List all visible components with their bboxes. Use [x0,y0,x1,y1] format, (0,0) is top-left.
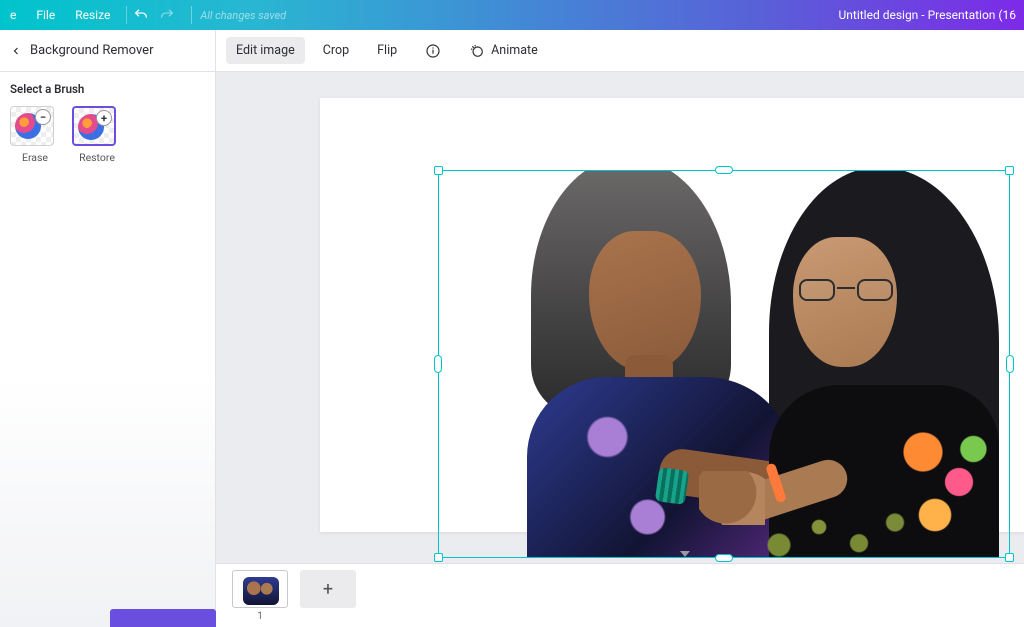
brush-restore[interactable]: + Restore [72,106,122,164]
brush-erase-thumb: − [10,106,54,146]
resize-handle-bl[interactable] [434,553,443,562]
main-split: Select a Brush − Erase + Restore [0,72,1024,627]
editor-stage[interactable]: 1 + [216,72,1024,627]
redo-icon [159,7,185,23]
back-icon[interactable] [10,45,22,57]
info-icon [425,43,441,59]
plus-icon: + [96,110,112,126]
background-remover-panel: Select a Brush − Erase + Restore [0,72,216,627]
menu-separator [191,6,192,24]
home-menu[interactable]: e [6,8,26,22]
page-thumbnail-strip: 1 + [216,563,1024,627]
brush-section-label: Select a Brush [10,82,205,96]
page-thumbnail-1[interactable]: 1 [232,570,288,622]
document-title[interactable]: Untitled design - Presentation (16 [839,8,1017,22]
brush-restore-label: Restore [72,151,122,164]
panel-title: Background Remover [30,43,153,58]
slide-canvas[interactable] [320,98,1024,532]
resize-handle-tl[interactable] [434,166,443,175]
brush-options: − Erase + Restore [10,106,205,164]
resize-handle-bottom[interactable] [715,554,733,562]
resize-menu[interactable]: Resize [65,8,120,22]
animate-icon [469,43,485,59]
page-number: 1 [232,611,288,622]
info-button[interactable] [415,37,451,65]
image-tools: Edit image Crop Flip Animate [216,30,558,71]
panel-accent [110,609,216,627]
add-page-button[interactable]: + [300,570,356,608]
image-selection[interactable] [438,170,1010,558]
brush-erase-label: Erase [10,151,60,164]
menu-separator [126,6,127,24]
resize-handle-left[interactable] [434,355,442,373]
undo-icon[interactable] [133,7,159,23]
edit-image-button[interactable]: Edit image [226,37,305,64]
resize-handle-tr[interactable] [1005,166,1014,175]
save-status: All changes saved [200,9,286,22]
brush-erase[interactable]: − Erase [10,106,60,164]
context-toolbar: Background Remover Edit image Crop Flip … [0,30,1024,72]
crop-button[interactable]: Crop [313,37,359,64]
animate-label: Animate [491,43,538,58]
panel-header: Background Remover [0,30,216,71]
resize-handle-top[interactable] [715,166,733,174]
page-indicator-icon [680,551,690,557]
top-menu-bar: e File Resize All changes saved Untitled… [0,0,1024,30]
page-thumbnail-preview [232,570,288,608]
flip-button[interactable]: Flip [367,37,407,64]
resize-handle-br[interactable] [1005,553,1014,562]
minus-icon: − [35,109,51,125]
selected-image[interactable] [439,171,1009,557]
file-menu[interactable]: File [26,8,65,22]
resize-handle-right[interactable] [1006,355,1014,373]
animate-button[interactable]: Animate [459,37,548,65]
brush-restore-thumb: + [72,106,116,146]
